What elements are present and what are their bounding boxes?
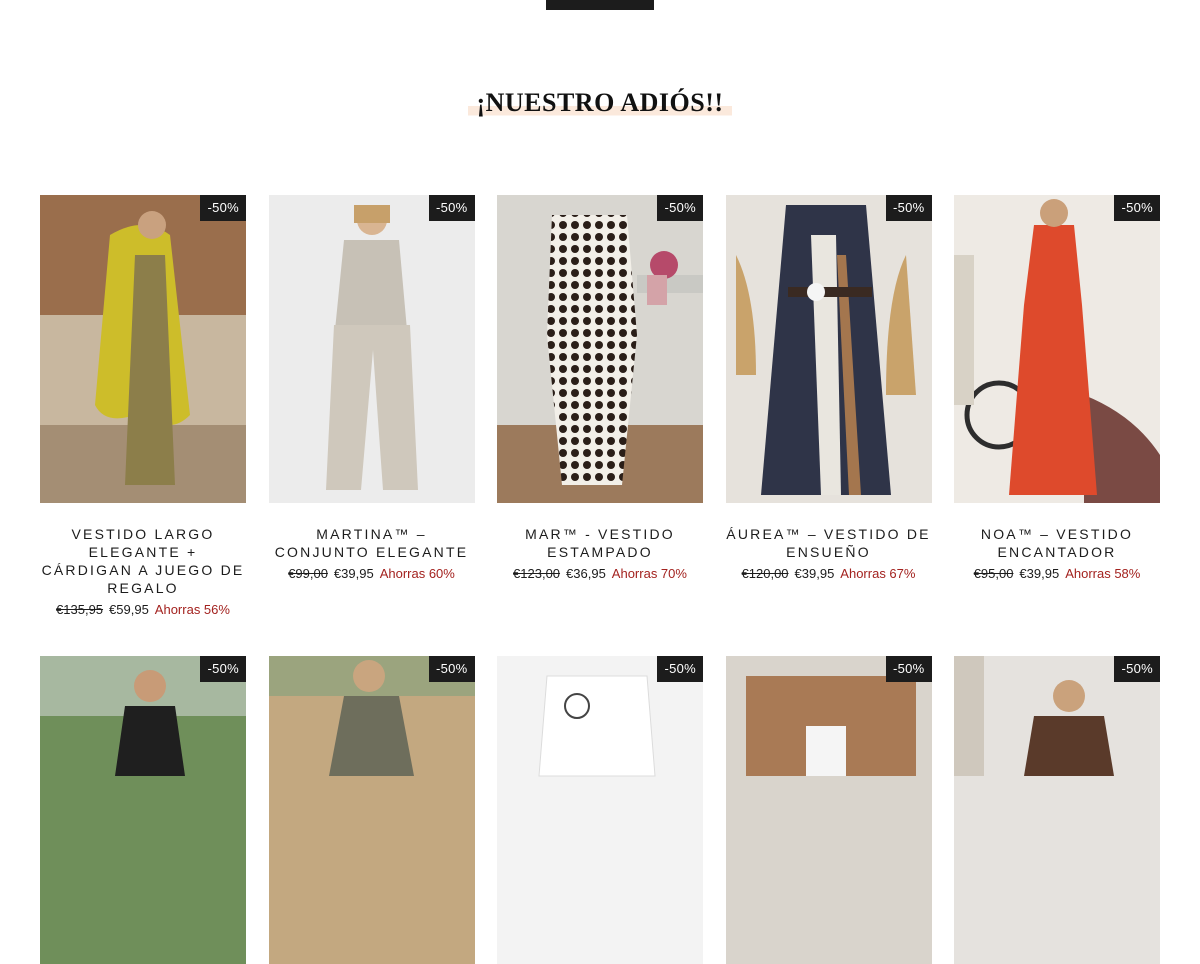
discount-badge: -50% xyxy=(885,195,932,221)
product-name[interactable]: MAR™ - VESTIDO ESTAMPADO xyxy=(497,525,703,561)
product-image[interactable]: -50% xyxy=(497,195,703,503)
discount-badge: -50% xyxy=(428,195,475,221)
savings-label: Ahorras 56% xyxy=(154,602,230,617)
product-name[interactable]: ÁUREA™ – VESTIDO DE ENSUEÑO xyxy=(726,525,932,561)
product-price: €135,95 €59,95 Ahorras 56% xyxy=(40,601,246,619)
discount-badge: -50% xyxy=(657,656,703,682)
compare-price: €135,95 xyxy=(56,602,104,617)
discount-badge: -50% xyxy=(1114,656,1160,682)
sale-price: €59,95 xyxy=(109,602,149,617)
product-image[interactable]: -50% xyxy=(40,656,246,964)
product-price: €120,00 €39,95 Ahorras 67% xyxy=(726,565,932,583)
product-card[interactable]: -50% NOA™ – VESTIDO ENCANTADOR €95,00 €39… xyxy=(954,195,1160,656)
discount-badge: -50% xyxy=(885,656,932,682)
product-image[interactable]: -50% xyxy=(268,195,475,503)
sale-price: €39,95 xyxy=(333,566,374,581)
savings-label: Ahorras 70% xyxy=(611,566,687,581)
product-price: €123,00 €36,95 Ahorras 70% xyxy=(497,565,703,583)
product-card[interactable]: -50% xyxy=(40,656,246,964)
sale-price: €36,95 xyxy=(566,566,606,581)
compare-price: €123,00 xyxy=(513,566,561,581)
product-card[interactable]: -50% ÁUREA™ – VESTIDO DE ENSUEÑO €120,00… xyxy=(725,195,932,656)
product-image[interactable]: -50% xyxy=(954,656,1160,964)
discount-badge: -50% xyxy=(428,656,475,682)
product-price: €99,00 €39,95 Ahorras 60% xyxy=(269,565,475,583)
compare-price: €99,00 xyxy=(288,566,328,581)
compare-price: €120,00 xyxy=(741,566,789,581)
discount-badge: -50% xyxy=(1114,195,1160,221)
product-grid: -50% VESTIDO LARGO ELEGANTE + CÁRDIGAN A… xyxy=(40,195,1160,656)
product-card[interactable]: -50% MARTINA™ – CONJUNTO ELEGANTE €99,00… xyxy=(268,195,475,656)
product-image[interactable]: -50% xyxy=(954,195,1160,503)
top-button-edge[interactable] xyxy=(546,0,654,10)
sale-price: €39,95 xyxy=(1019,566,1060,581)
product-card[interactable]: -50% xyxy=(268,656,475,964)
product-image[interactable]: -50% xyxy=(497,656,703,964)
product-image[interactable]: -50% xyxy=(268,656,475,964)
savings-label: Ahorras 67% xyxy=(840,566,916,581)
sale-price: €39,95 xyxy=(794,566,835,581)
discount-badge: -50% xyxy=(657,195,703,221)
savings-label: Ahorras 58% xyxy=(1065,566,1141,581)
product-grid-row-2: -50% -50% -50% -50% -50% xyxy=(40,656,1160,964)
product-card[interactable]: -50% xyxy=(725,656,932,964)
product-card[interactable]: -50% xyxy=(497,656,703,964)
product-card[interactable]: -50% xyxy=(954,656,1160,964)
product-name[interactable]: MARTINA™ – CONJUNTO ELEGANTE xyxy=(269,525,475,561)
product-card[interactable]: -50% MAR™ - VESTIDO ESTAMPADO €123,00 €36… xyxy=(497,195,703,656)
discount-badge: -50% xyxy=(200,195,246,221)
compare-price: €95,00 xyxy=(973,566,1014,581)
discount-badge: -50% xyxy=(200,656,246,682)
product-name[interactable]: VESTIDO LARGO ELEGANTE + CÁRDIGAN A JUEG… xyxy=(40,525,246,597)
product-image[interactable]: -50% xyxy=(725,195,932,503)
product-name[interactable]: NOA™ – VESTIDO ENCANTADOR xyxy=(954,525,1160,561)
product-card[interactable]: -50% VESTIDO LARGO ELEGANTE + CÁRDIGAN A… xyxy=(40,195,246,656)
product-price: €95,00 €39,95 Ahorras 58% xyxy=(954,565,1160,583)
savings-label: Ahorras 60% xyxy=(379,566,455,581)
product-image[interactable]: -50% xyxy=(40,195,246,503)
product-image[interactable]: -50% xyxy=(725,656,932,964)
section-header: ¡NUESTRO ADIÓS!! xyxy=(0,88,1200,118)
section-title: ¡NUESTRO ADIÓS!! xyxy=(468,88,732,118)
